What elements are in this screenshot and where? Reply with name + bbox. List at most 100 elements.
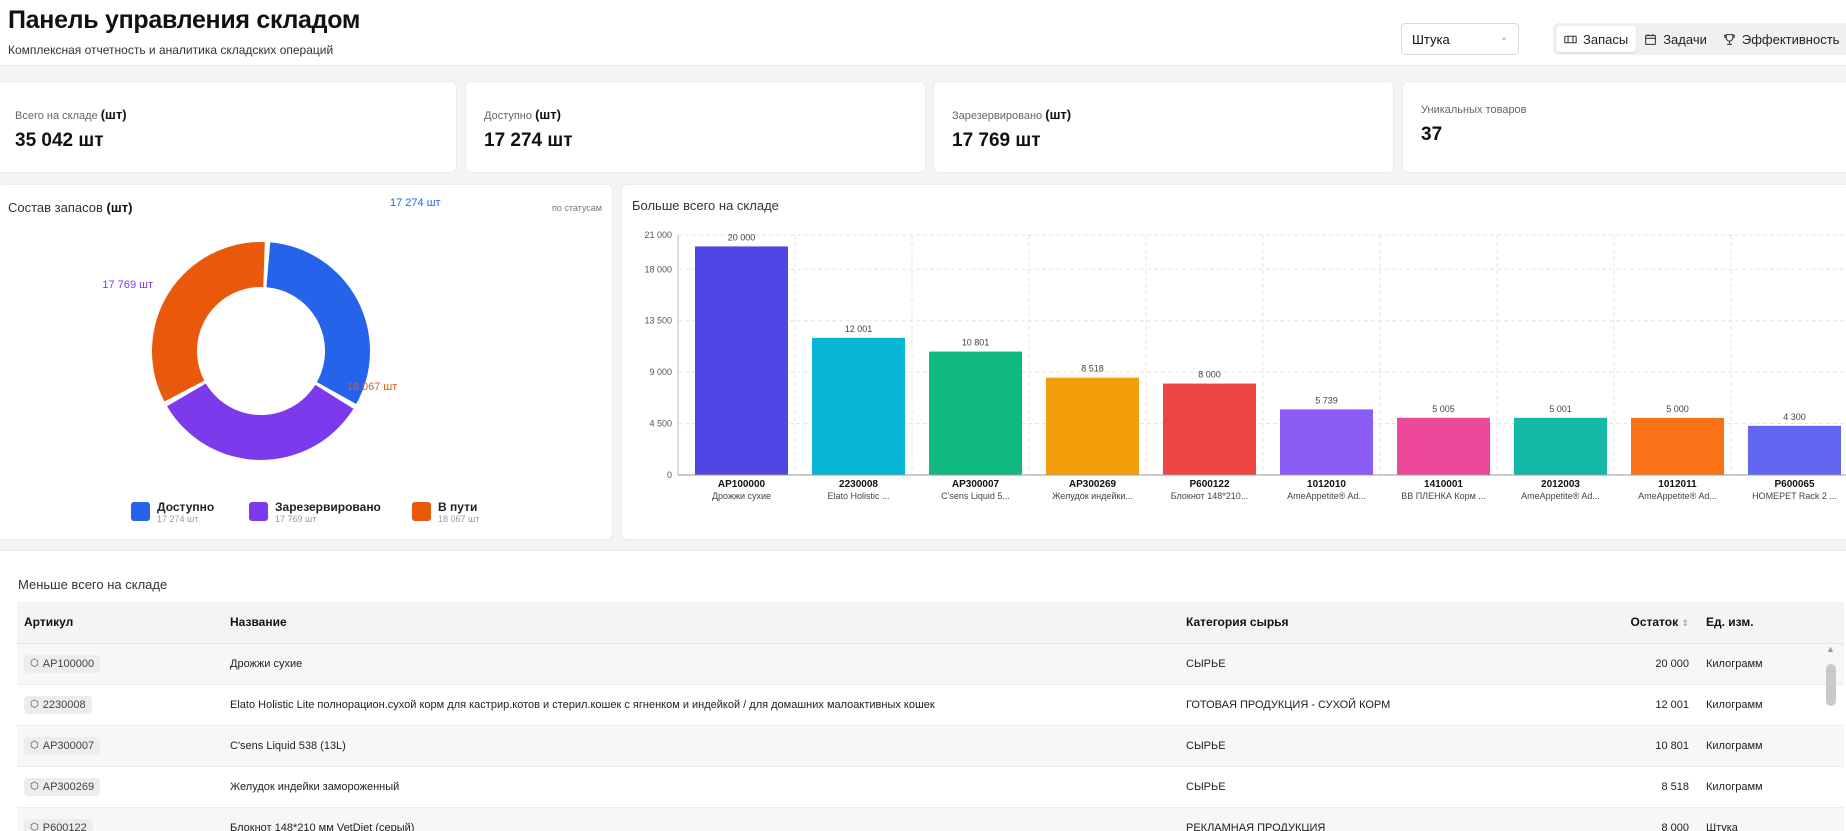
tab-tasks[interactable]: Задачи [1636,26,1715,52]
cell-sku: ⬡ P600122 [17,807,223,831]
legend-item-reserved[interactable]: Зарезервировано 17 769 шт [249,500,381,524]
table-header-row: Артикул Название Категория сырья Остаток… [17,602,1844,644]
cell-unit: Килограмм [1699,766,1844,808]
scroll-up-icon[interactable]: ▲ [1826,644,1835,654]
cell-name: Блокнот 148*210 мм VetDiet (серый) [223,807,1179,831]
cell-category: СЫРЬЕ [1179,766,1559,808]
kpi-label: Доступно (шт) [484,107,561,122]
cell-name: C'sens Liquid 538 (13L) [223,725,1179,767]
low-stock-table: Артикул Название Категория сырья Остаток… [17,602,1844,831]
x-tick-label: AP100000 [718,479,766,490]
sku-badge: ⬡ AP300007 [24,736,101,755]
column-header-name[interactable]: Название [223,602,1179,644]
sku-text: AP300269 [42,780,95,793]
cell-category: СЫРЬЕ [1179,643,1559,685]
calendar-icon [1645,33,1657,45]
column-header-category[interactable]: Категория сырья [1179,602,1559,644]
tag-icon: ⬡ [30,822,39,831]
x-tick-label: P600065 [1774,479,1814,490]
bar[interactable] [1163,383,1256,475]
cell-sku: ⬡ AP300007 [17,725,223,767]
sku-text: AP100000 [42,657,95,670]
x-tick-label: P600122 [1189,479,1229,490]
page-header: Панель управления складом Комплексная от… [0,0,1846,66]
legend-swatch [249,502,268,521]
bar[interactable] [1046,377,1139,475]
donut-slice[interactable] [167,383,354,461]
kpi-value: 35 042 шт [15,130,104,151]
scrollbar-thumb[interactable] [1826,664,1836,706]
bar-value-label: 8 518 [1081,364,1104,374]
bar[interactable] [1748,425,1841,475]
cell-qty: 20 000 [1559,643,1699,685]
bar[interactable] [812,337,905,475]
x-tick-sublabel: AmeAppetite® Ad... [1521,491,1600,501]
x-tick-label: 1012010 [1307,479,1346,490]
cell-sku: ⬡ 2230008 [17,684,223,726]
donut-slice[interactable] [266,242,370,405]
unit-select-value: Штука [1412,32,1450,47]
bar[interactable] [1397,417,1490,475]
kpi-value: 17 769 шт [952,130,1041,151]
x-tick-sublabel: BB ПЛЕНКА Корм ... [1401,491,1486,501]
bar-value-label: 5 005 [1432,404,1455,414]
sku-text: P600122 [42,821,87,831]
cell-unit: Килограмм [1699,643,1844,685]
cell-category: РЕКЛАМНАЯ ПРОДУКЦИЯ [1179,807,1559,831]
kpi-card-available: Доступно (шт) 17 274 шт [465,81,926,173]
kpi-label: Уникальных товаров [1421,104,1527,116]
bar[interactable] [929,351,1022,475]
column-header-unit[interactable]: Ед. изм. [1699,602,1844,644]
sort-icon: ⇕ [1681,618,1689,629]
donut-slice-label: 18 067 шт [347,381,398,393]
bar-value-label: 5 001 [1549,404,1572,414]
boxes-icon [1564,35,1577,43]
tag-icon: ⬡ [30,781,39,792]
x-tick-sublabel: AmeAppetite® Ad... [1638,491,1717,501]
cell-sku: ⬡ AP100000 [17,643,223,685]
legend-swatch [412,502,431,521]
legend-name: Зарезервировано [275,500,381,514]
bar[interactable] [695,246,788,475]
bar-value-label: 5 739 [1315,395,1338,405]
x-tick-sublabel: Дрожжи сухие [712,491,771,501]
sku-text: AP300007 [42,739,95,752]
column-header-qty[interactable]: Остаток ⇕ [1559,602,1699,644]
bar[interactable] [1280,409,1373,475]
tag-icon: ⬡ [30,740,39,751]
cell-name: Желудок индейки замороженный [223,766,1179,808]
sku-badge: ⬡ 2230008 [24,695,92,714]
legend-sub: 17 769 шт [275,514,317,524]
kpi-label: Всего на складе (шт) [15,107,127,122]
view-tabs: Запасы Задачи Эффективность [1553,23,1846,55]
legend-sub: 18 067 шт [438,514,480,524]
y-tick-label: 0 [667,470,672,480]
donut-slice[interactable] [152,242,265,402]
table-row[interactable]: ⬡ AP100000 Дрожжи сухие СЫРЬЕ 20 000 Килограм… [17,643,1844,685]
tab-efficiency[interactable]: Эффективность [1715,26,1846,52]
panel-title: Меньше всего на складе [18,577,168,592]
kpi-card-unique: Уникальных товаров 37 [1402,81,1846,173]
y-tick-label: 9 000 [649,367,672,377]
bar[interactable] [1631,417,1724,475]
unit-select[interactable]: Штука ⌄ [1401,23,1519,55]
legend-item-available[interactable]: Доступно 17 274 шт [131,500,214,524]
table-row[interactable]: ⬡ P600122 Блокнот 148*210 мм VetDiet (серы… [17,807,1844,831]
x-tick-sublabel: Блокнот 148*210... [1171,491,1249,501]
x-tick-sublabel: Желудок индейки... [1052,491,1133,501]
legend-item-in-transit[interactable]: В пути 18 067 шт [412,500,479,524]
column-header-sku[interactable]: Артикул [17,602,223,644]
tab-stock[interactable]: Запасы [1556,26,1637,52]
bar-value-label: 20 000 [728,232,756,242]
kpi-value: 37 [1421,124,1443,145]
bar[interactable] [1514,417,1607,475]
donut-slice-label: 17 769 шт [102,279,153,291]
trophy-icon [1723,33,1735,45]
table-row[interactable]: ⬡ 2230008 Elato Holistic Lite полнорацион.… [17,684,1844,726]
table-row[interactable]: ⬡ AP300269 Желудок индейки замороженный СЫР… [17,766,1844,808]
legend-name: Доступно [157,500,215,514]
cell-category: ГОТОВАЯ ПРОДУКЦИЯ - СУХОЙ КОРМ [1179,684,1559,726]
table-row[interactable]: ⬡ AP300007 C'sens Liquid 538 (13L) СЫРЬЕ 10 … [17,725,1844,767]
bar-value-label: 10 801 [962,338,990,348]
tab-stock-label: Запасы [1583,31,1629,47]
